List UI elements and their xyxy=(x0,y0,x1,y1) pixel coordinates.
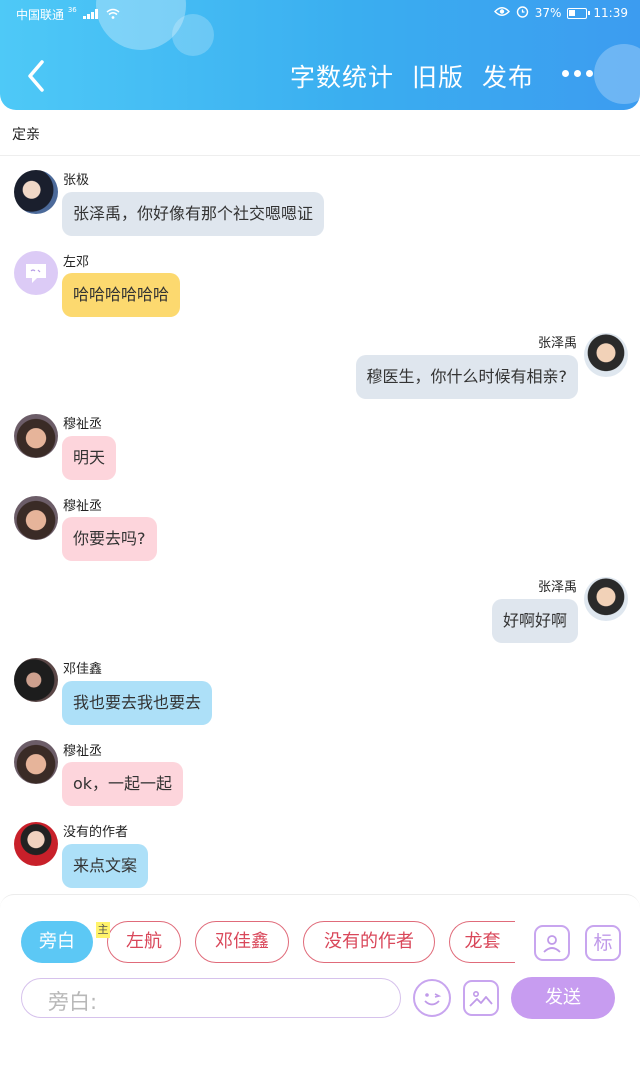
message-bubble[interactable]: ok，一起一起 xyxy=(62,762,184,806)
wifi-icon xyxy=(106,8,120,22)
header-actions: 字数统计 旧版 发布 xyxy=(290,58,534,94)
carrier-name: 中国联通 xyxy=(16,8,65,22)
avatar[interactable] xyxy=(14,170,58,214)
alarm-icon xyxy=(516,5,529,21)
avatar[interactable] xyxy=(14,822,58,866)
character-chip[interactable]: 龙套 xyxy=(449,921,515,963)
decor-bubble xyxy=(594,44,640,104)
character-chip-narration[interactable]: 旁白 xyxy=(21,921,93,963)
chat-title: 定亲 xyxy=(12,127,40,143)
input-placeholder: 旁白: xyxy=(48,990,98,1014)
message-bubble[interactable]: 张泽禹，你好像有那个社交嗯嗯证 xyxy=(62,192,325,236)
label-icon-text: 标 xyxy=(593,931,613,954)
sender-name: 穆祉丞 xyxy=(63,744,103,759)
image-button[interactable] xyxy=(463,980,499,1016)
battery-percent: 37% xyxy=(534,6,562,20)
sender-name: 穆祉丞 xyxy=(63,499,103,514)
message-bubble[interactable]: 穆医生，你什么时候有相亲? xyxy=(355,355,578,399)
back-button[interactable] xyxy=(20,56,50,96)
clock-time: 11:39 xyxy=(593,6,628,20)
image-icon xyxy=(469,991,493,1007)
signal-icon xyxy=(82,9,99,19)
label-button[interactable]: 标 xyxy=(585,925,621,961)
old-version-button[interactable]: 旧版 xyxy=(412,58,464,94)
message-bubble[interactable]: 来点文案 xyxy=(62,844,149,888)
avatar[interactable] xyxy=(14,414,58,458)
emoji-button[interactable] xyxy=(413,979,451,1017)
avatar[interactable] xyxy=(14,251,58,295)
emoji-icon xyxy=(424,993,442,1006)
message-bubble[interactable]: 我也要去我也要去 xyxy=(62,681,213,725)
word-count-button[interactable]: 字数统计 xyxy=(290,58,394,94)
more-dots-icon[interactable] xyxy=(562,70,593,77)
app-header: 中国联通 36 37% 11:39 字数统计 旧版 发布 xyxy=(0,0,640,110)
avatar[interactable] xyxy=(14,740,58,784)
sender-name: 没有的作者 xyxy=(63,825,129,840)
main-character-tag: 主 xyxy=(96,922,110,938)
status-bar: 中国联通 36 37% 11:39 xyxy=(0,0,640,26)
network-type: 36 xyxy=(67,6,77,14)
character-chip[interactable]: 没有的作者 xyxy=(303,921,435,963)
avatar[interactable] xyxy=(14,496,58,540)
sender-name: 左邓 xyxy=(63,255,90,270)
sender-name: 张泽禹 xyxy=(537,336,577,351)
character-chip[interactable]: 左航 xyxy=(107,921,181,963)
message-bubble[interactable]: 哈哈哈哈哈哈 xyxy=(62,273,181,317)
sender-name: 张极 xyxy=(63,173,90,188)
battery-icon xyxy=(567,7,591,19)
sender-name: 穆祉丞 xyxy=(63,417,103,432)
send-button[interactable]: 发送 xyxy=(511,977,615,1019)
add-character-button[interactable] xyxy=(534,925,570,961)
person-icon xyxy=(543,935,561,953)
chevron-left-icon xyxy=(28,60,44,92)
eye-icon xyxy=(493,6,510,20)
sender-name: 张泽禹 xyxy=(537,580,577,595)
chat-bubble-icon xyxy=(26,264,46,283)
message-bubble[interactable]: 明天 xyxy=(62,436,117,480)
character-chip[interactable]: 邓佳鑫 xyxy=(195,921,289,963)
message-bubble[interactable]: 你要去吗? xyxy=(62,517,157,561)
avatar[interactable] xyxy=(584,577,628,621)
avatar[interactable] xyxy=(14,658,58,702)
divider xyxy=(0,155,640,156)
message-bubble[interactable]: 好啊好啊 xyxy=(491,599,578,643)
publish-button[interactable]: 发布 xyxy=(482,58,534,94)
avatar[interactable] xyxy=(584,333,628,377)
message-input[interactable]: 旁白: xyxy=(21,978,401,1018)
sender-name: 邓佳鑫 xyxy=(63,662,103,677)
